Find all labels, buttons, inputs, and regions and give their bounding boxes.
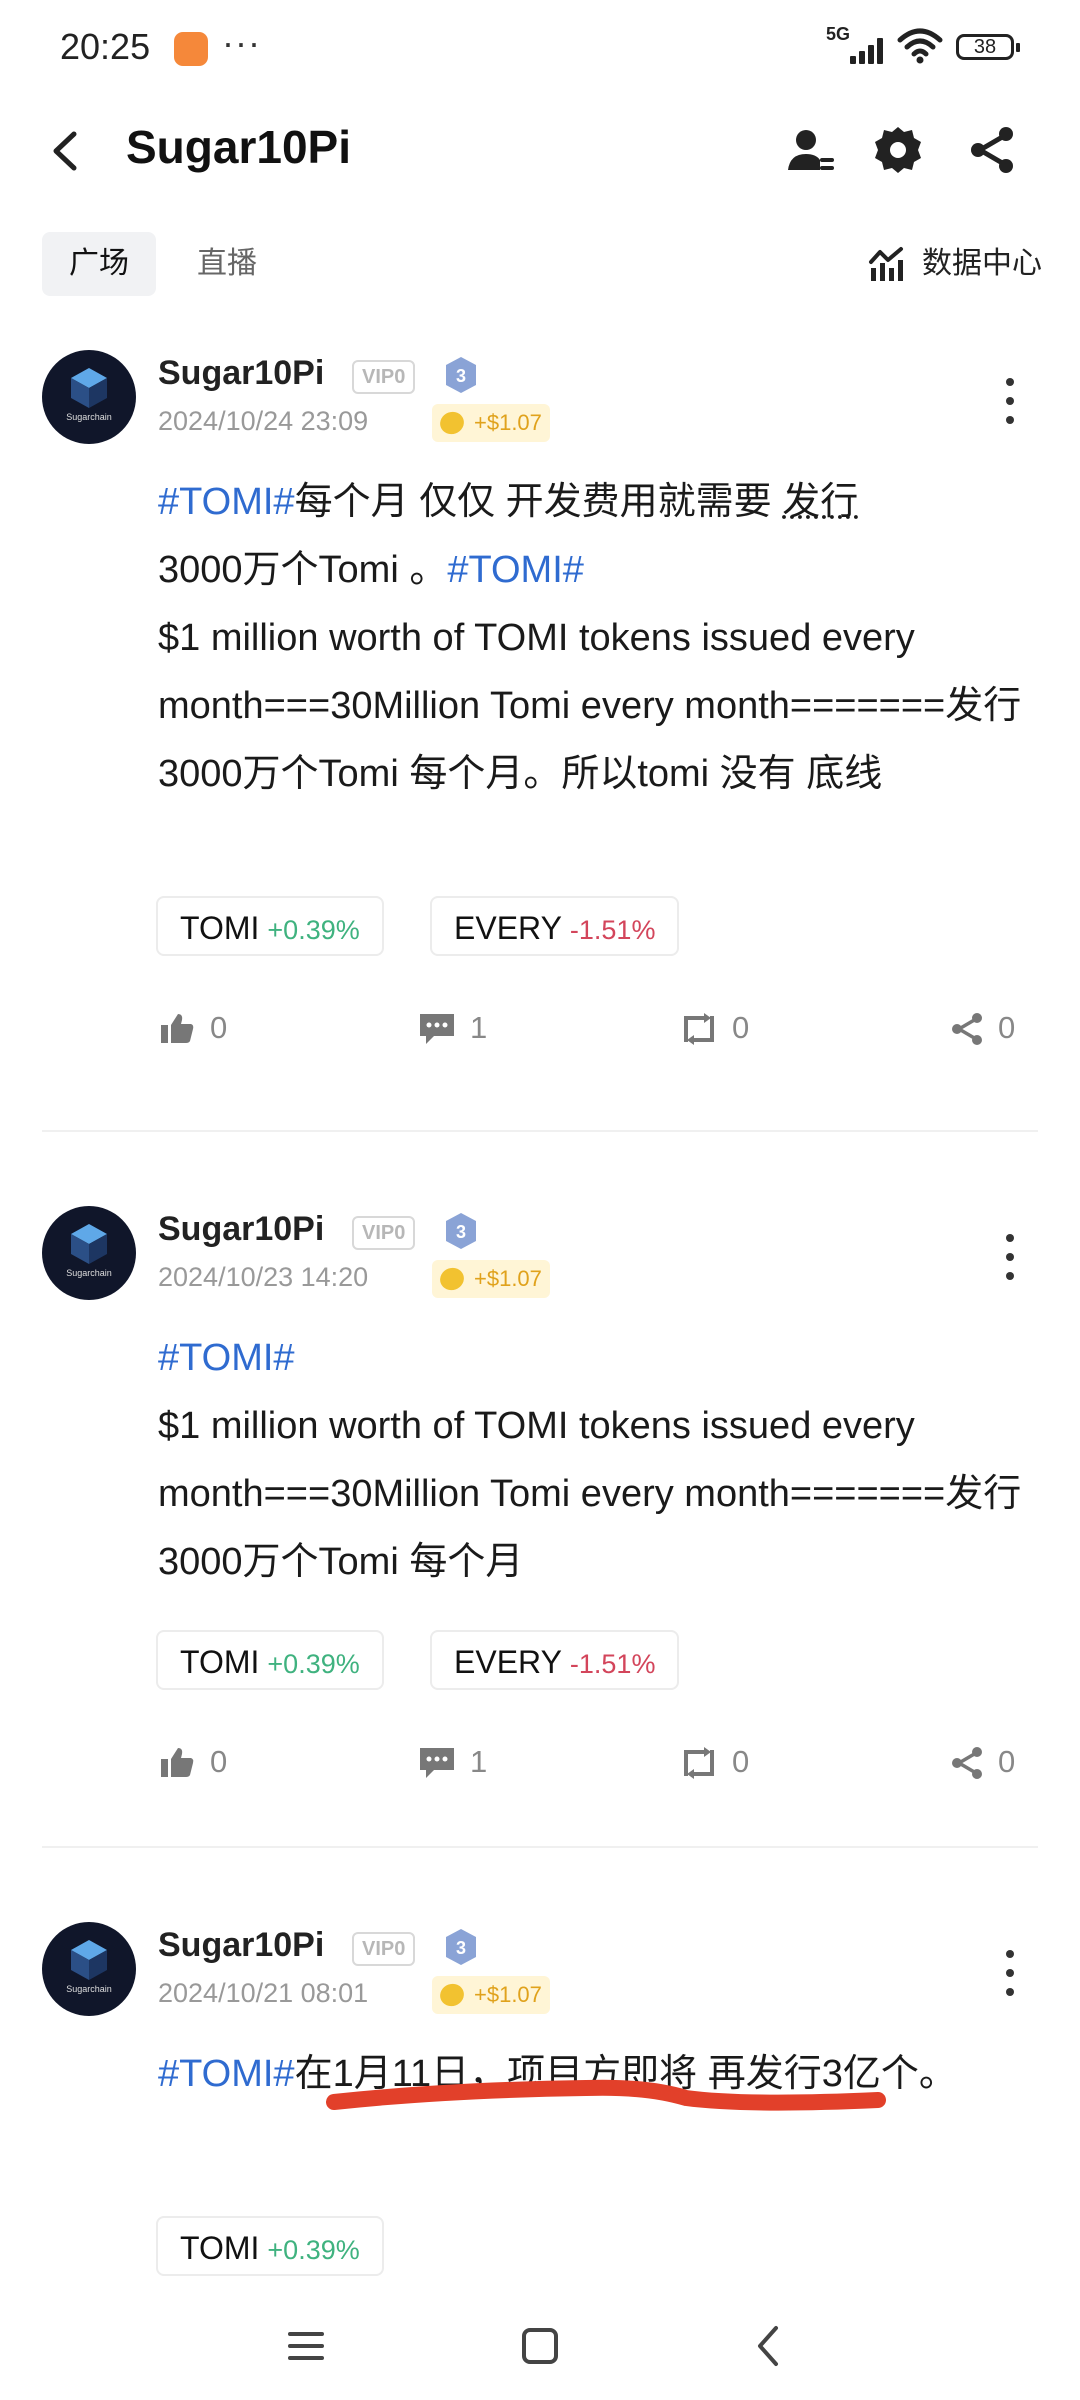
token-chip[interactable]: EVERY -1.51%	[430, 896, 680, 956]
svg-text:3: 3	[456, 1222, 466, 1242]
thumbs-up-icon	[161, 1014, 194, 1043]
divider	[42, 1846, 1038, 1848]
home-icon[interactable]	[510, 2316, 570, 2376]
coin-icon	[436, 1980, 468, 2010]
share-icon[interactable]	[966, 124, 1018, 176]
post-username[interactable]: Sugar10Pi	[158, 1210, 324, 1249]
hashtag-link[interactable]: #TOMI#	[158, 481, 295, 523]
divider	[42, 1130, 1038, 1132]
user-manage-icon[interactable]	[784, 124, 836, 176]
page-title: Sugar10Pi	[126, 121, 351, 173]
coin-icon	[436, 408, 468, 438]
avatar[interactable]: Sugarchain	[42, 1922, 136, 2016]
menu-icon[interactable]	[276, 2316, 336, 2376]
chart-icon	[869, 247, 903, 281]
token-chip[interactable]: EVERY -1.51%	[430, 1630, 680, 1690]
level-badge-icon: 3	[446, 1213, 476, 1249]
app-notification-icon	[174, 32, 208, 66]
repost-icon	[684, 1747, 714, 1779]
share-icon	[952, 1747, 982, 1779]
earnings-badge: +$1.07	[432, 404, 550, 442]
more-notifications-icon: ···	[222, 22, 261, 63]
data-center-label: 数据中心	[922, 247, 1042, 280]
wifi-icon	[897, 28, 943, 64]
post-timestamp: 2024/10/24 23:09	[158, 406, 369, 436]
post-username[interactable]: Sugar10Pi	[158, 1926, 324, 1965]
post-content[interactable]: #TOMI# $1 million worth of TOMI tokens i…	[158, 1324, 1038, 1596]
tab-square[interactable]: 广场	[42, 232, 156, 296]
data-center-button[interactable]: 数据中心	[868, 232, 1042, 296]
post-username[interactable]: Sugar10Pi	[158, 354, 324, 393]
vip-badge: VIP0	[352, 1932, 416, 1966]
hashtag-link[interactable]: #TOMI#	[158, 1337, 295, 1379]
svg-text:3: 3	[456, 366, 466, 386]
vip-badge: VIP0	[352, 360, 416, 394]
vip-badge: VIP0	[352, 1216, 416, 1250]
more-options-icon[interactable]	[1002, 1234, 1016, 1280]
earnings-badge: +$1.07	[432, 1976, 550, 2014]
more-options-icon[interactable]	[1002, 1950, 1016, 1996]
share-icon	[952, 1013, 982, 1045]
comment-icon	[420, 1748, 454, 1778]
avatar[interactable]: Sugarchain	[42, 350, 136, 444]
comment-icon	[420, 1014, 454, 1044]
tab-bar: 广场 直播 数据中心	[0, 232, 1080, 304]
red-underline-annotation	[326, 2079, 886, 2111]
settings-gear-icon[interactable]	[872, 124, 924, 176]
svg-text:3: 3	[456, 1938, 466, 1958]
post-content[interactable]: #TOMI#每个月 仅仅 开发费用就需要 发行 3000万个Tomi 。#TOM…	[158, 468, 1038, 808]
tab-live[interactable]: 直播	[186, 232, 268, 296]
battery-icon: 38	[956, 34, 1020, 60]
token-chip[interactable]: TOMI +0.39%	[156, 896, 384, 956]
hashtag-link[interactable]: #TOMI#	[447, 549, 584, 591]
coin-icon	[436, 1264, 468, 1294]
earnings-badge: +$1.07	[432, 1260, 550, 1298]
level-badge-icon: 3	[446, 357, 476, 393]
post-timestamp: 2024/10/23 14:20	[158, 1262, 369, 1292]
signal-icon	[850, 38, 888, 64]
system-nav-bar	[0, 2290, 1080, 2400]
back-arrow-icon[interactable]	[44, 126, 88, 176]
token-chip[interactable]: TOMI +0.39%	[156, 1630, 384, 1690]
level-badge-icon: 3	[446, 1929, 476, 1965]
post-actions: 0 1 0 0	[0, 1732, 1080, 1792]
status-bar: 20:25 ··· 5G 38	[0, 0, 1080, 96]
hashtag-link[interactable]: #TOMI#	[158, 2053, 295, 2095]
token-chip[interactable]: TOMI +0.39%	[156, 2216, 384, 2276]
avatar-cube-icon	[71, 368, 107, 408]
repost-icon	[684, 1013, 714, 1045]
status-time: 20:25	[60, 26, 151, 67]
avatar[interactable]: Sugarchain	[42, 1206, 136, 1300]
app-bar: Sugar10Pi	[0, 100, 1080, 210]
post-timestamp: 2024/10/21 08:01	[158, 1978, 369, 2008]
avatar-cube-icon	[71, 1224, 107, 1264]
post-actions: 0 1 0 0	[0, 998, 1080, 1058]
network-type-label: 5G	[826, 24, 851, 44]
avatar-cube-icon	[71, 1940, 107, 1980]
more-options-icon[interactable]	[1002, 378, 1016, 424]
thumbs-up-icon	[161, 1748, 194, 1777]
back-icon[interactable]	[740, 2316, 800, 2376]
